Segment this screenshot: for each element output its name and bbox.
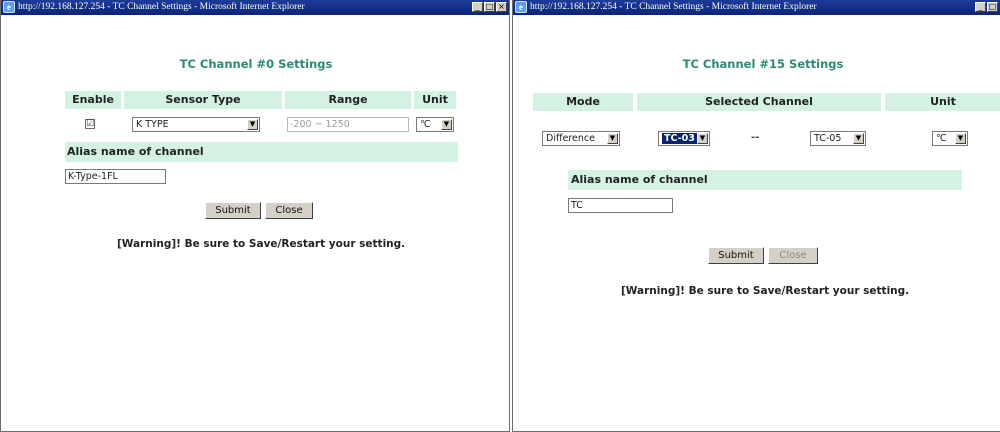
chevron-down-icon[interactable]: ▼ [607,133,618,144]
alias-label: Alias name of channel [65,142,458,162]
mode-select[interactable]: Difference ▼ [542,131,620,146]
close-button[interactable]: Close [768,247,818,264]
left-titlebar[interactable]: e http://192.168.127.254 - TC Channel Se… [1,0,509,15]
close-button[interactable]: Close [265,202,313,219]
minimize-icon[interactable]: _ [472,2,483,12]
channel-separator: -- [751,132,760,143]
alias-label: Alias name of channel [568,170,962,190]
maximize-icon[interactable]: □ [484,2,495,12]
channel-a-select[interactable]: TC-03 ▼ [658,131,710,146]
unit-value: ℃ [936,133,947,144]
right-window-title: http://192.168.127.254 - TC Channel Sett… [530,2,817,12]
chevron-down-icon[interactable]: ▼ [853,133,864,144]
chevron-down-icon[interactable]: ▼ [697,133,708,144]
unit-value: ℃ [420,119,431,130]
left-window-controls: _ □ × [472,2,507,12]
sensor-type-value: K TYPE [136,119,169,130]
alias-input[interactable]: K-Type-1FL [65,169,166,184]
mode-value: Difference [546,133,595,144]
left-window-title: http://192.168.127.254 - TC Channel Sett… [18,2,305,12]
column-header-enable: Enable [65,91,121,109]
close-window-icon[interactable]: × [496,2,507,12]
chevron-down-icon[interactable]: ▼ [441,119,452,130]
maximize-icon[interactable]: □ [987,2,998,12]
ie-icon: e [3,1,15,13]
column-header-range: Range [285,91,411,109]
chevron-down-icon[interactable]: ▼ [955,133,966,144]
enable-checkbox[interactable]: ☑ [85,119,95,129]
column-header-mode: Mode [533,93,633,111]
right-window-controls: _ □ [975,2,998,12]
channel-b-select[interactable]: TC-05 ▼ [810,131,866,146]
unit-select[interactable]: ℃ ▼ [416,117,454,132]
ie-icon: e [515,1,527,13]
alias-input[interactable]: TC [568,198,673,213]
channel-a-value: TC-03 [662,133,697,144]
sensor-type-select[interactable]: K TYPE ▼ [132,117,260,132]
right-browser-window: e http://192.168.127.254 - TC Channel Se… [512,0,1000,432]
column-header-unit: Unit [414,91,456,109]
right-titlebar[interactable]: e http://192.168.127.254 - TC Channel Se… [513,0,1000,15]
submit-button[interactable]: Submit [708,247,764,264]
page-title: TC Channel #0 Settings [179,57,333,71]
left-browser-window: e http://192.168.127.254 - TC Channel Se… [0,0,510,432]
channel-b-value: TC-05 [814,133,842,144]
column-header-unit: Unit [885,93,1000,111]
column-header-selected-channel: Selected Channel [637,93,881,111]
page-title: TC Channel #15 Settings [682,57,844,71]
column-header-sensor-type: Sensor Type [124,91,282,109]
unit-select[interactable]: ℃ ▼ [932,131,968,146]
chevron-down-icon[interactable]: ▼ [247,119,258,130]
minimize-icon[interactable]: _ [975,2,986,12]
warning-message: [Warning]! Be sure to Save/Restart your … [621,285,910,297]
warning-message: [Warning]! Be sure to Save/Restart your … [117,238,406,250]
submit-button[interactable]: Submit [205,202,261,219]
range-field: -200 ~ 1250 [287,117,409,132]
